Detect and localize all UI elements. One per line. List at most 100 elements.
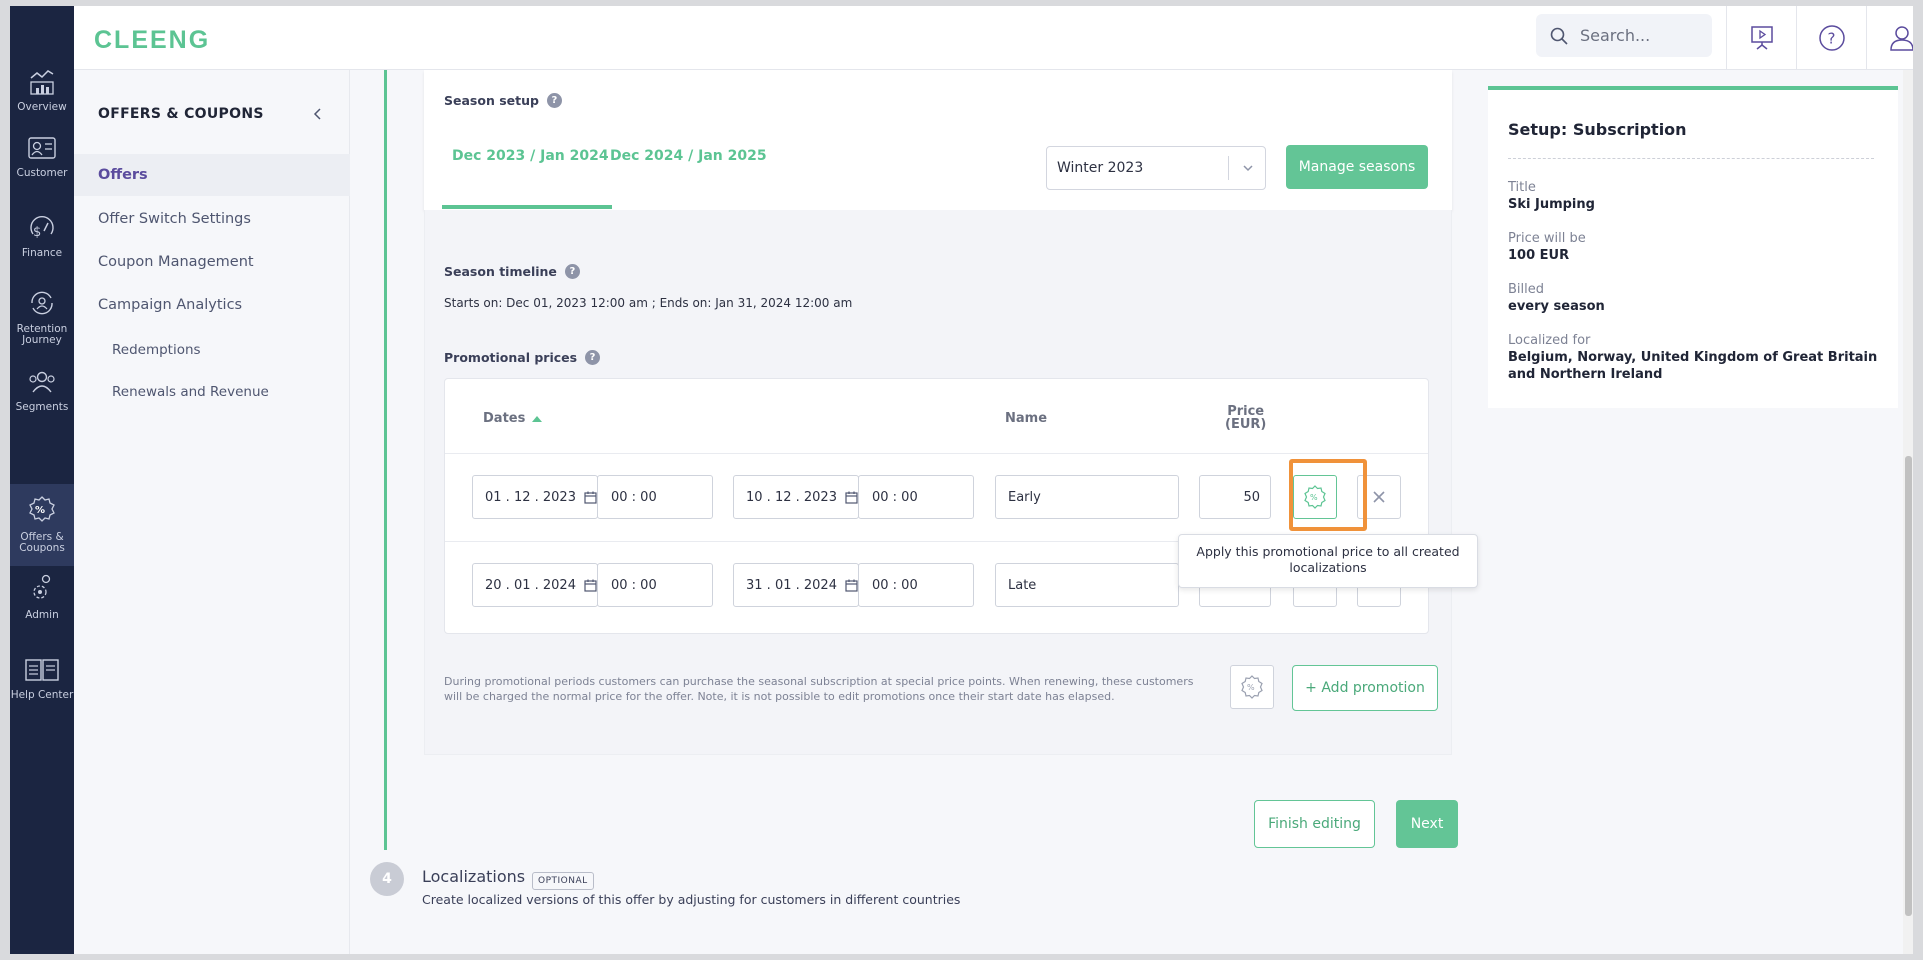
rail-item-overview[interactable]: Overview (10, 68, 74, 128)
select-separator (1228, 156, 1229, 180)
sidebar-item-redemptions[interactable]: Redemptions (112, 342, 201, 358)
season-setup-text: Season setup (444, 93, 539, 108)
season-setup-label: Season setup ? (444, 93, 562, 108)
localizations-title[interactable]: Localizations (422, 867, 525, 886)
cleeng-logo[interactable]: CLEENG (94, 26, 210, 55)
setup-summary-panel: Setup: Subscription Title Ski Jumping Pr… (1488, 86, 1898, 408)
step-number: 4 (370, 862, 404, 896)
sidebar-title: OFFERS & COUPONS (98, 106, 264, 122)
column-name: Name (1005, 411, 1048, 426)
segments-icon (29, 371, 55, 393)
summary-label: Price will be (1508, 231, 1586, 246)
profile-button[interactable] (1866, 6, 1913, 70)
help-icon[interactable]: ? (546, 93, 562, 108)
start-date-input[interactable]: 01 . 12 . 2023 (472, 475, 598, 519)
svg-text:%: % (35, 505, 45, 516)
offers-sidebar: OFFERS & COUPONS Offers Offer Switch Set… (74, 70, 350, 954)
manage-seasons-button[interactable]: Manage seasons (1286, 145, 1428, 189)
promotions-footnote: During promotional periods customers can… (444, 675, 1194, 703)
rail-item-retention[interactable]: Retention Journey (10, 288, 74, 360)
question-icon: ? (1818, 25, 1845, 51)
summary-label: Localized for (1508, 333, 1591, 348)
summary-value: every season (1508, 299, 1605, 314)
user-icon (1889, 26, 1913, 51)
end-date-input[interactable]: 31 . 01 . 2024 (733, 563, 859, 607)
sidebar-item-offer-switch[interactable]: Offer Switch Settings (74, 198, 350, 240)
localizations-description: Create localized versions of this offer … (422, 892, 961, 907)
chevron-left-icon[interactable] (310, 106, 324, 122)
summary-value: 100 EUR (1508, 248, 1570, 263)
column-dates-label: Dates (483, 411, 526, 426)
help-icon[interactable]: ? (585, 350, 601, 365)
search-icon (1550, 27, 1568, 45)
calendar-icon (845, 579, 858, 592)
apply-all-promotions-button[interactable]: % (1230, 665, 1274, 709)
sidebar-item-offers[interactable]: Offers (74, 154, 350, 196)
finance-icon: $ (30, 215, 54, 240)
rail-item-offers-coupons[interactable]: % Offers & Coupons (10, 484, 74, 566)
scrollbar-thumb[interactable] (1905, 456, 1912, 916)
rail-item-customer[interactable]: Customer (10, 134, 74, 194)
next-button[interactable]: Next (1396, 800, 1458, 848)
calendar-icon (584, 491, 597, 504)
rail-item-admin[interactable]: Admin (10, 572, 74, 632)
summary-label: Title (1508, 180, 1536, 195)
season-select[interactable]: Winter 2023 (1046, 146, 1266, 190)
end-date-input[interactable]: 10 . 12 . 2023 (733, 475, 859, 519)
add-promotion-button[interactable]: + Add promotion (1292, 665, 1438, 711)
sidebar-item-campaign-analytics[interactable]: Campaign Analytics (74, 284, 350, 326)
tutorial-button[interactable] (1726, 6, 1796, 70)
tab-season-2024[interactable]: Dec 2024 / Jan 2025 (610, 148, 767, 164)
app-window: Overview Customer $ Finance Retention Jo… (10, 6, 1913, 954)
tab-season-2023[interactable]: Dec 2023 / Jan 2024 (452, 148, 609, 164)
sort-asc-icon (532, 415, 543, 422)
optional-badge: OPTIONAL (532, 872, 594, 890)
sidebar-item-coupon-management[interactable]: Coupon Management (74, 241, 350, 283)
summary-divider (1508, 158, 1874, 159)
sidebar-item-renewals-revenue[interactable]: Renewals and Revenue (112, 384, 269, 400)
svg-text:?: ? (1827, 30, 1835, 48)
search-box[interactable] (1536, 14, 1712, 57)
column-price: Price (EUR) (1225, 405, 1266, 431)
svg-text:$: $ (33, 225, 41, 240)
top-bar: CLEENG ? (74, 6, 1913, 70)
column-dates[interactable]: Dates (483, 411, 543, 426)
start-date-value: 01 . 12 . 2023 (485, 489, 576, 505)
rail-item-segments[interactable]: Segments (10, 368, 74, 428)
start-date-input[interactable]: 20 . 01 . 2024 (472, 563, 598, 607)
season-timeline-text: Season timeline (444, 264, 557, 279)
promotion-name-input[interactable]: Early (995, 475, 1179, 519)
retention-icon (31, 291, 53, 315)
summary-value: Belgium, Norway, United Kingdom of Great… (1508, 350, 1878, 382)
start-date-value: 20 . 01 . 2024 (485, 577, 576, 593)
promotional-prices-label: Promotional prices ? (444, 350, 601, 365)
end-time-input[interactable]: 00 : 00 (858, 563, 974, 607)
apply-tooltip: Apply this promotional price to all crea… (1178, 534, 1478, 588)
main-content: Season setup ? Dec 2023 / Jan 2024 Dec 2… (350, 70, 1913, 954)
help-icon[interactable]: ? (564, 264, 580, 279)
promotion-name-input[interactable]: Late (995, 563, 1179, 607)
promotions-table: Dates Name Price (EUR) 01 . 12 . 2023 00… (444, 378, 1429, 634)
summary-value: Ski Jumping (1508, 197, 1595, 212)
help-button[interactable]: ? (1796, 6, 1866, 70)
step-progress-line (384, 70, 387, 850)
start-time-input[interactable]: 00 : 00 (597, 563, 713, 607)
summary-title: Setup: Subscription (1508, 120, 1687, 139)
customer-icon (28, 137, 56, 159)
search-input[interactable] (1580, 26, 1700, 45)
rail-label: Customer (16, 167, 68, 179)
season-timeline-label: Season timeline ? (444, 264, 580, 279)
summary-label: Billed (1508, 282, 1545, 297)
finish-editing-button[interactable]: Finish editing (1254, 800, 1375, 848)
rail-item-help-center[interactable]: Help Center (10, 656, 74, 728)
rail-label: Finance (21, 247, 63, 259)
start-time-input[interactable]: 00 : 00 (597, 475, 713, 519)
promotion-price-input[interactable]: 50 (1199, 475, 1271, 519)
column-price-unit: (EUR) (1225, 417, 1267, 432)
rail-item-finance[interactable]: $ Finance (10, 212, 74, 272)
end-time-input[interactable]: 00 : 00 (858, 475, 974, 519)
calendar-icon (845, 491, 858, 504)
rail-label: Help Center (10, 689, 74, 701)
main-rail: Overview Customer $ Finance Retention Jo… (10, 6, 74, 954)
chart-icon (30, 70, 54, 95)
